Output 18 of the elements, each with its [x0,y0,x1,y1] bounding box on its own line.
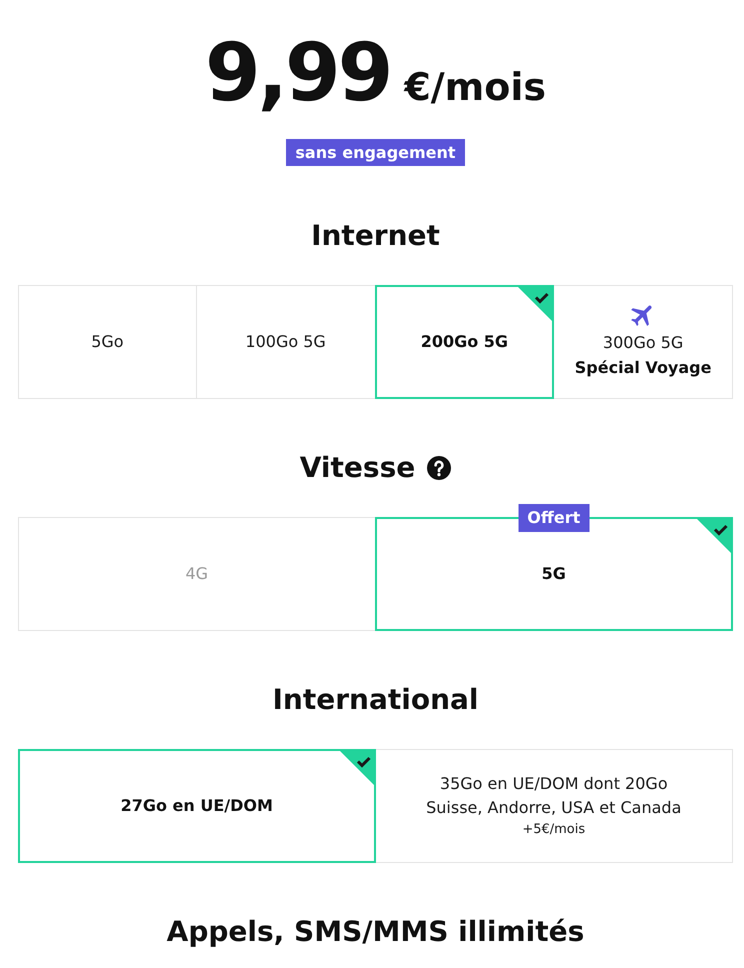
plan-option[interactable]: 300Go 5G Spécial Voyage [553,285,733,399]
section-title: Appels, SMS/MMS illimités [166,914,584,950]
plan-option[interactable]: 5Go [18,285,197,399]
check-corner-icon [697,519,731,553]
check-corner-icon [340,751,374,785]
plan-option[interactable]: 100Go 5G [196,285,376,399]
section-title: International [272,682,478,718]
plan-option[interactable]: 200Go 5G [374,285,554,399]
section-title: Vitesse [300,450,416,486]
plan-option[interactable]: 35Go en UE/DOM dont 20Go Suisse, Andorre, USA et Canada +5€/mois [374,749,733,863]
price-unit: €/mois [404,68,546,106]
offer-badge: Offert [518,504,590,532]
check-corner-icon [518,287,552,321]
plan-option[interactable]: 27Go en UE/DOM [18,749,376,863]
section-title: Internet [311,218,440,254]
price-amount: 9,99 [204,33,390,113]
help-icon[interactable] [427,456,452,480]
commitment-badge: sans engagement [286,139,465,166]
